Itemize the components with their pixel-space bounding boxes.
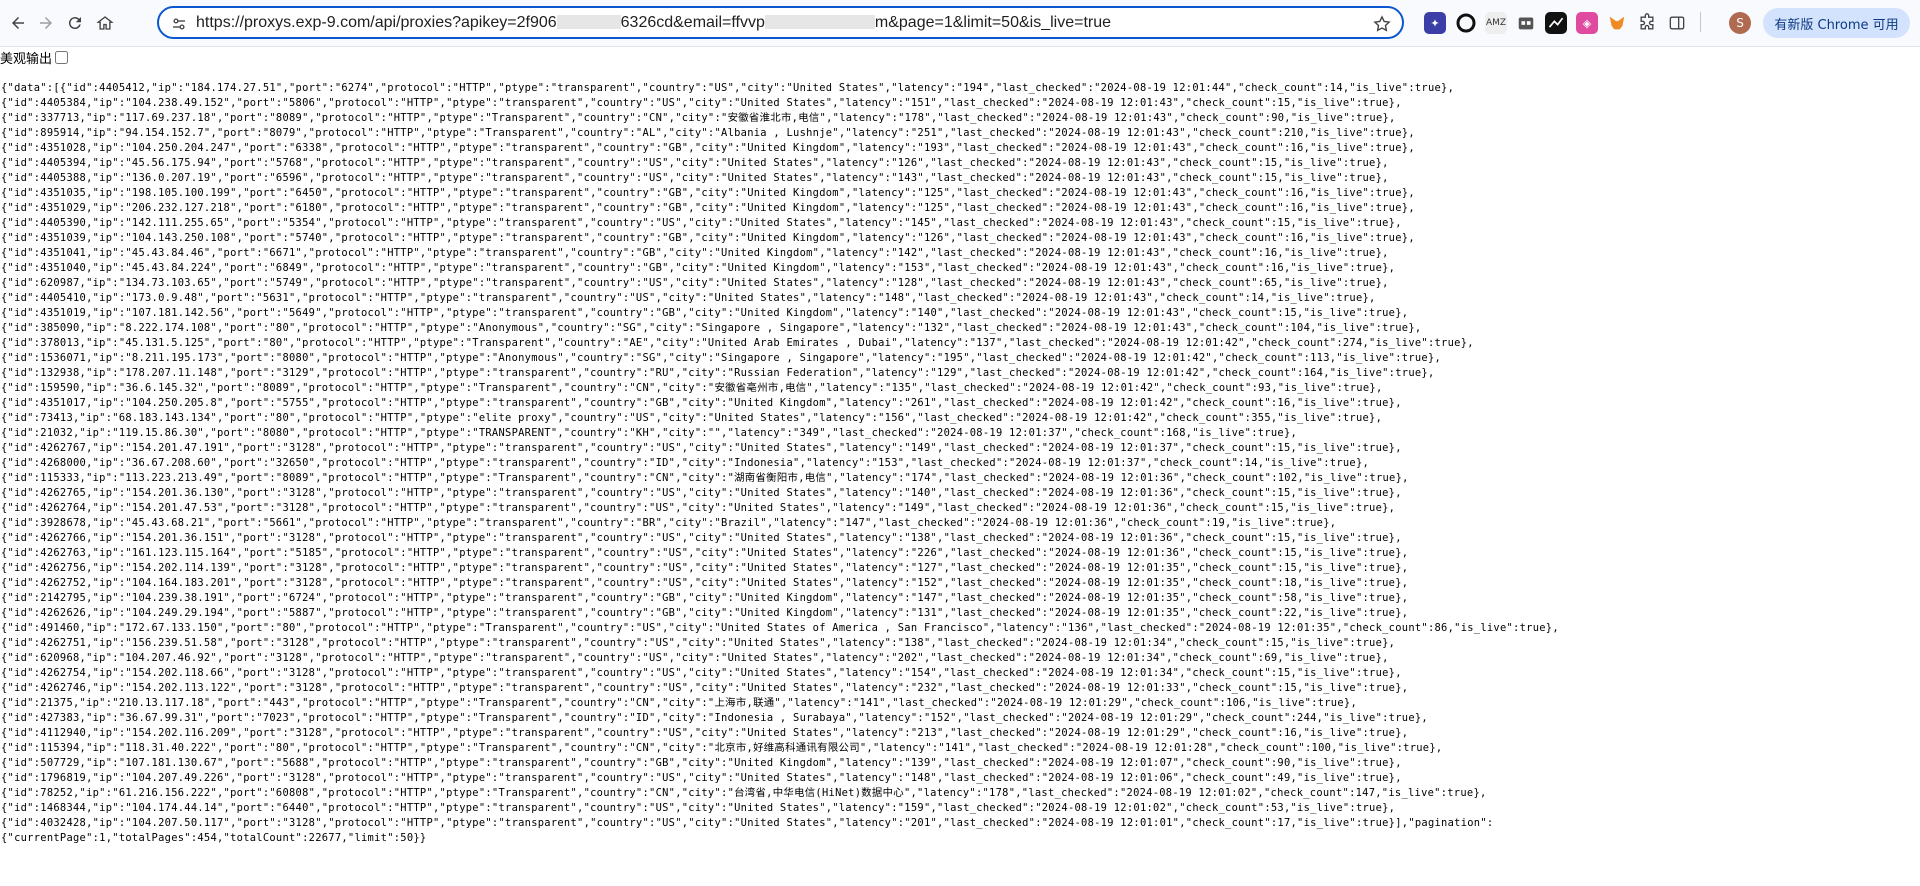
- url-prefix: https://proxys.exp-9.com/api/proxies?api…: [196, 14, 557, 31]
- pretty-print-label: 美观输出: [0, 51, 53, 67]
- json-line: {"id":4262767,"ip":"154.201.47.191","por…: [1, 442, 1402, 454]
- arrow-right-icon: [40, 17, 52, 29]
- site-info-icon[interactable]: [170, 15, 188, 33]
- pretty-print-bar: 美观输出: [0, 47, 69, 67]
- json-line: {"id":4405410,"ip":"173.0.9.48","port":"…: [1, 292, 1376, 304]
- json-line: {"id":4351028,"ip":"104.250.204.247","po…: [1, 142, 1415, 154]
- address-bar[interactable]: https://proxys.exp-9.com/api/proxies?api…: [157, 6, 1404, 39]
- json-line: {"id":4405390,"ip":"142.111.255.65","por…: [1, 217, 1402, 229]
- json-line: {"id":4405384,"ip":"104.238.49.152","por…: [1, 97, 1402, 109]
- json-line: {"id":4262626,"ip":"104.249.29.194","por…: [1, 607, 1409, 619]
- json-line: {"id":4262766,"ip":"154.201.36.151","por…: [1, 532, 1402, 544]
- json-line: {"id":4351017,"ip":"104.250.205.8","port…: [1, 397, 1402, 409]
- url-redaction: [764, 15, 875, 29]
- extension-circle-icon[interactable]: [1455, 12, 1477, 34]
- profile-avatar[interactable]: S: [1729, 12, 1751, 34]
- json-line: {"id":1468344,"ip":"104.174.44.14","port…: [1, 802, 1396, 814]
- reload-icon: [68, 17, 81, 30]
- side-panel-icon[interactable]: [1666, 12, 1688, 34]
- json-line: {"id":4351039,"ip":"104.143.250.108","po…: [1, 232, 1415, 244]
- home-button[interactable]: [92, 10, 118, 36]
- extension-chart-icon[interactable]: [1545, 12, 1567, 34]
- json-line: {"id":4262756,"ip":"154.202.114.139","po…: [1, 562, 1409, 574]
- json-response-body: {"data":[{"id":4405412,"ip":"184.174.27.…: [1, 81, 1916, 846]
- json-line: {"currentPage":1,"totalPages":454,"total…: [1, 832, 427, 844]
- url-text[interactable]: https://proxys.exp-9.com/api/proxies?api…: [196, 14, 1362, 32]
- json-line: {"id":1536071,"ip":"8.211.195.173","port…: [1, 352, 1442, 364]
- json-line: {"id":4351019,"ip":"107.181.142.56","por…: [1, 307, 1409, 319]
- json-line: {"id":73413,"ip":"68.183.143.134","port"…: [1, 412, 1383, 424]
- extension-translate-icon[interactable]: ✦: [1424, 12, 1446, 34]
- json-line: {"id":4262763,"ip":"161.123.115.164","po…: [1, 547, 1409, 559]
- extensions-puzzle-icon[interactable]: [1636, 12, 1658, 34]
- json-line: {"id":4405388,"ip":"136.0.207.19","port"…: [1, 172, 1389, 184]
- toolbar-divider: [1700, 12, 1701, 32]
- json-line: {"id":1796819,"ip":"104.207.49.226","por…: [1, 772, 1402, 784]
- url-suffix: m&page=1&limit=50&is_live=true: [874, 14, 1112, 31]
- json-line: {"id":620987,"ip":"134.73.103.65","port"…: [1, 277, 1389, 289]
- json-line: {"id":4268000,"ip":"36.67.208.60","port"…: [1, 457, 1370, 469]
- browser-toolbar: https://proxys.exp-9.com/api/proxies?api…: [0, 0, 1920, 47]
- json-line: {"id":78252,"ip":"61.216.156.222","port"…: [1, 787, 1487, 799]
- new-chrome-available-button[interactable]: 有新版 Chrome 可用: [1763, 8, 1910, 38]
- json-line: {"id":159590,"ip":"36.6.145.32","port":"…: [1, 382, 1383, 394]
- json-line: {"id":4405394,"ip":"45.56.175.94","port"…: [1, 157, 1389, 169]
- json-line: {"id":507729,"ip":"107.181.130.67","port…: [1, 757, 1402, 769]
- json-line: {"id":132938,"ip":"178.207.11.148","port…: [1, 367, 1435, 379]
- json-line: {"id":895914,"ip":"94.154.152.7","port":…: [1, 127, 1415, 139]
- json-line: {"id":4351035,"ip":"198.105.100.199","po…: [1, 187, 1415, 199]
- bookmark-star-icon[interactable]: [1372, 14, 1392, 34]
- extension-store-icon[interactable]: [1515, 12, 1537, 34]
- json-line: {"id":4262746,"ip":"154.202.113.122","po…: [1, 682, 1409, 694]
- json-line: {"id":4351029,"ip":"206.232.127.218","po…: [1, 202, 1415, 214]
- extension-metamask-icon[interactable]: [1606, 12, 1628, 34]
- json-line: {"id":4262751,"ip":"156.239.51.58","port…: [1, 637, 1396, 649]
- json-line: {"id":115394,"ip":"118.31.40.222","port"…: [1, 742, 1443, 754]
- extension-pink-icon[interactable]: ◈: [1576, 12, 1598, 34]
- home-icon: [96, 16, 114, 30]
- json-line: {"id":21032,"ip":"119.15.86.30","port":"…: [1, 427, 1298, 439]
- json-line: {"id":4351041,"ip":"45.43.84.46","port":…: [1, 247, 1389, 259]
- json-line: {"id":378013,"ip":"45.131.5.125","port":…: [1, 337, 1474, 349]
- json-line: {"id":4262765,"ip":"154.201.36.130","por…: [1, 487, 1402, 499]
- json-line: {"id":4262752,"ip":"104.164.183.201","po…: [1, 577, 1409, 589]
- json-line: {"id":4262754,"ip":"154.202.118.66","por…: [1, 667, 1402, 679]
- pretty-print-checkbox[interactable]: [55, 50, 69, 64]
- json-line: {"id":4262764,"ip":"154.201.47.53","port…: [1, 502, 1396, 514]
- json-line: {"id":2142795,"ip":"104.239.38.191","por…: [1, 592, 1409, 604]
- json-line: {"id":620968,"ip":"104.207.46.92","port"…: [1, 652, 1389, 664]
- json-line: {"id":4032428,"ip":"104.207.50.117","por…: [1, 817, 1494, 829]
- url-middle: 6326cd&email=ffvvp: [620, 14, 765, 31]
- json-line: {"id":21375,"ip":"210.13.117.18","port":…: [1, 697, 1357, 709]
- forward-button[interactable]: [33, 10, 59, 36]
- json-line: {"id":491460,"ip":"172.67.133.150","port…: [1, 622, 1559, 634]
- json-line: {"id":4351040,"ip":"45.43.84.224","port"…: [1, 262, 1396, 274]
- back-button[interactable]: [5, 10, 31, 36]
- json-line: {"id":3928678,"ip":"45.43.68.21","port":…: [1, 517, 1337, 529]
- json-line: {"id":115333,"ip":"113.223.213.49","port…: [1, 472, 1409, 484]
- url-redaction: [556, 15, 621, 29]
- json-line: {"id":4112940,"ip":"154.202.116.209","po…: [1, 727, 1409, 739]
- json-line: {"id":427383,"ip":"36.67.99.31","port":"…: [1, 712, 1428, 724]
- json-line: {"id":385090,"ip":"8.222.174.108","port"…: [1, 322, 1422, 334]
- json-line: {"data":[{"id":4405412,"ip":"184.174.27.…: [1, 82, 1455, 94]
- json-line: {"id":337713,"ip":"117.69.237.18","port"…: [1, 112, 1396, 124]
- arrow-left-icon: [12, 17, 24, 29]
- reload-button[interactable]: [62, 10, 88, 36]
- extension-amz-icon[interactable]: AMZ: [1485, 12, 1507, 34]
